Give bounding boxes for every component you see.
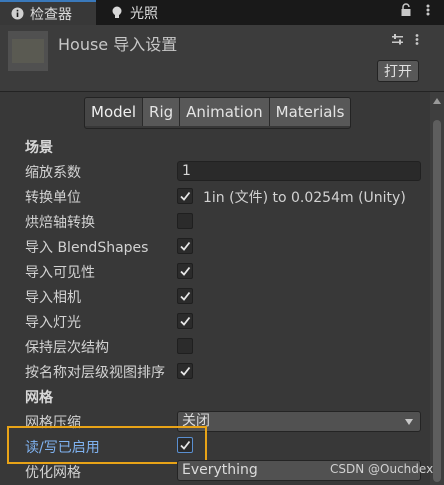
- bake-axis-checkbox[interactable]: [177, 213, 193, 229]
- import-blendshapes-label: 导入 BlendShapes: [25, 240, 149, 256]
- context-menu-icon[interactable]: [410, 33, 424, 49]
- import-visibility-label: 导入可见性: [25, 265, 95, 281]
- checkmark-icon: [180, 291, 191, 301]
- import-cameras-checkbox[interactable]: [177, 288, 193, 304]
- section-scene-heading: 场景: [25, 140, 53, 156]
- checkmark-icon: [180, 316, 191, 326]
- sort-hierarchy-checkbox[interactable]: [177, 363, 193, 379]
- checkmark-icon: [180, 366, 191, 376]
- window-tab-bar: 检查器 光照: [0, 0, 444, 25]
- scale-factor-input[interactable]: 1: [177, 161, 421, 181]
- import-lights-checkbox[interactable]: [177, 313, 193, 329]
- settings-sliders-icon[interactable]: [390, 33, 404, 49]
- read-write-checkbox[interactable]: [177, 437, 193, 453]
- sort-hierarchy-label: 按名称对层级视图排序: [25, 365, 165, 381]
- asset-header: House 导入设置 打开: [0, 25, 444, 92]
- read-write-label: 读/写已启用: [25, 440, 100, 456]
- scale-factor-label: 缩放系数: [25, 165, 81, 181]
- convert-units-text: 1in (文件) to 0.0254m (Unity): [203, 190, 406, 206]
- mesh-compression-dropdown[interactable]: 关闭: [177, 411, 421, 432]
- watermark: CSDN @Ouchdex: [330, 462, 434, 476]
- import-visibility-checkbox[interactable]: [177, 263, 193, 279]
- tab-rig[interactable]: Rig: [143, 98, 181, 126]
- section-meshes-heading: 网格: [25, 390, 53, 406]
- tab-animation[interactable]: Animation: [180, 98, 270, 126]
- optimize-mesh-value: Everything: [182, 462, 258, 478]
- more-options-icon[interactable]: [420, 3, 436, 21]
- tab-lighting[interactable]: 光照: [108, 0, 158, 25]
- checkmark-icon: [180, 191, 191, 201]
- asset-title: House 导入设置: [58, 35, 178, 54]
- tab-inspector-label: 检查器: [30, 6, 72, 23]
- preserve-hierarchy-label: 保持层次结构: [25, 340, 109, 356]
- optimize-mesh-label: 优化网格: [25, 465, 81, 481]
- import-tabs: Model Rig Animation Materials: [84, 97, 352, 129]
- asset-thumbnail: [8, 31, 48, 71]
- preserve-hierarchy-checkbox[interactable]: [177, 338, 193, 354]
- info-icon: [10, 7, 24, 21]
- tab-materials[interactable]: Materials: [269, 98, 351, 126]
- checkmark-icon: [180, 266, 191, 276]
- checkmark-icon: [180, 440, 191, 450]
- scroll-up-icon[interactable]: [433, 98, 441, 104]
- scrollbar[interactable]: [430, 92, 444, 485]
- bake-axis-label: 烘焙轴转换: [25, 215, 95, 231]
- import-lights-label: 导入灯光: [25, 315, 81, 331]
- tab-lighting-label: 光照: [130, 5, 158, 22]
- scroll-thumb[interactable]: [433, 120, 441, 482]
- tab-inspector[interactable]: 检查器: [0, 0, 96, 25]
- open-button[interactable]: 打开: [377, 60, 419, 82]
- lock-icon[interactable]: [398, 3, 414, 21]
- dropdown-arrow-icon: [405, 419, 413, 425]
- tab-model[interactable]: Model: [85, 98, 144, 126]
- import-cameras-label: 导入相机: [25, 290, 81, 306]
- convert-units-label: 转换单位: [25, 190, 81, 206]
- lightbulb-icon: [110, 6, 124, 20]
- convert-units-checkbox[interactable]: [177, 188, 193, 204]
- checkmark-icon: [180, 241, 191, 251]
- import-blendshapes-checkbox[interactable]: [177, 238, 193, 254]
